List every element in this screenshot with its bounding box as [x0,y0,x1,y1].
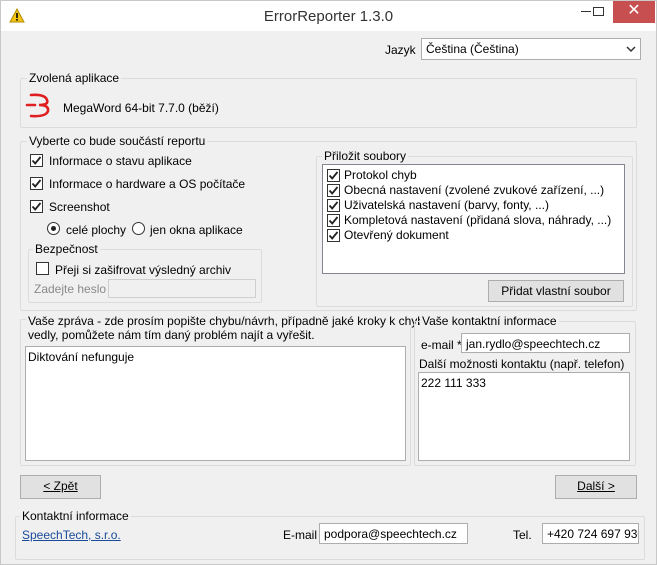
password-input[interactable] [108,279,256,298]
contact-email-input[interactable]: jan.rydlo@speechtech.cz [461,333,630,353]
error-reporter-window: ErrorReporter 1.3.0 ✕ Jazyk Čeština (Češ… [0,0,657,565]
checkmark-icon [31,179,42,188]
contact-email-label: e-mail * [421,338,462,352]
language-select-value: Čeština (Čeština) [426,42,519,56]
radio-dot-icon [51,226,56,231]
contact-other-label: Další možnosti kontaktu (např. telefon) [419,357,625,371]
message-textarea[interactable]: Diktování nefunguje [25,346,406,461]
checkmark-icon [31,202,42,211]
hardware-os-label: Informace o hardware a OS počítače [49,177,246,191]
footer-tel-label: Tel. [513,528,532,542]
maximize-icon [593,7,604,16]
language-select[interactable]: Čeština (Čeština) [421,38,641,60]
report-content-title: Vyberte co bude součástí reportu [27,134,208,148]
checkmark-icon [328,186,339,195]
footer-email-label: E-mail [283,528,318,542]
message-prompt-line1: Vaše zpráva - zde prosím popište chybu/n… [26,314,433,328]
selected-app-name: MegaWord 64-bit 7.7.0 (běží) [63,101,219,115]
company-link[interactable]: SpeechTech, s.r.o. [22,528,121,542]
maximize-button[interactable] [585,1,613,23]
password-label: Zadejte heslo [34,282,107,296]
screenshot-checkbox[interactable] [30,200,43,213]
add-custom-file-button[interactable]: Přidat vlastní soubor [488,280,624,302]
language-label: Jazyk [385,43,416,57]
attachment-label: Uživatelská nastavení (barvy, fonty, ...… [344,198,549,212]
app-logo-icon [25,93,50,118]
whole-screen-radio[interactable] [47,222,60,235]
selected-app-title: Zvolená aplikace [27,71,122,85]
app-window-radio[interactable] [132,222,145,235]
close-button[interactable]: ✕ [613,1,655,23]
encrypt-checkbox[interactable] [36,262,49,275]
attachment-label: Protokol chyb [344,168,417,182]
chevron-down-icon [626,46,636,53]
screenshot-label: Screenshot [49,200,110,214]
checkmark-icon [328,216,339,225]
hardware-os-checkbox[interactable] [30,177,43,190]
footer-contact-title: Kontaktní informace [20,509,131,523]
attachments-list[interactable]: Protokol chyb Obecná nastavení (zvolené … [322,164,625,274]
footer-email-field[interactable]: podpora@speechtech.cz [319,523,468,544]
app-state-checkbox[interactable] [30,154,43,167]
contact-title: Vaše kontaktní informace [420,314,559,328]
next-button-label: Další > [577,479,615,493]
close-icon: ✕ [627,2,641,19]
attachment-label: Kompletová nastavení (přidaná slova, náh… [344,213,612,227]
window-title: ErrorReporter 1.3.0 [263,8,394,25]
message-prompt-line2: vedly, pomůžete nám tím daný problém naj… [28,328,315,342]
attachment-label: Otevřený dokument [344,228,449,242]
encrypt-label: Přeji si zašifrovat výsledný archiv [55,263,232,277]
checkmark-icon [31,156,42,165]
app-window-label: jen okna aplikace [150,223,243,237]
back-button-label: < Zpět [43,479,78,493]
contact-other-textarea[interactable]: 222 111 333 [418,372,630,461]
attachments-title: Přiložit soubory [322,149,409,163]
next-button[interactable]: Další > [555,475,637,499]
checkmark-icon [328,171,339,180]
attachment-label: Obecná nastavení (zvolené zvukové zaříze… [344,183,605,197]
title-bar: ErrorReporter 1.3.0 ✕ [1,1,656,31]
app-state-label: Informace o stavu aplikace [49,154,192,168]
footer-tel-field[interactable]: +420 724 697 930 [542,523,639,544]
checkmark-icon [328,231,339,240]
whole-screen-label: celé plochy [66,223,127,237]
checkmark-icon [328,201,339,210]
back-button[interactable]: < Zpět [20,475,101,499]
security-title: Bezpečnost [33,242,100,256]
selected-app-group: Zvolená aplikace MegaWord 64-bit 7.7.0 (… [20,71,637,128]
